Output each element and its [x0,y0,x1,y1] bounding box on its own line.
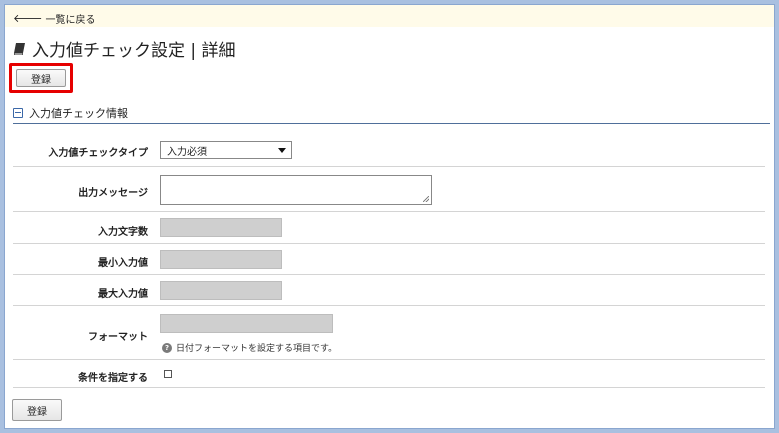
format-hint-text: 日付フォーマットを設定する項目です。 [176,344,338,354]
row-output-message: 出力メッセージ [13,167,765,212]
format-hint: ? 日付フォーマットを設定する項目です。 [162,341,337,354]
arrow-left-icon: 🡐 [13,11,43,25]
check-type-label: 入力値チェックタイプ [48,148,148,159]
input-length-field [160,218,282,237]
row-max-value: 最大入力値 [13,275,765,306]
register-button-highlight: 登録 [9,63,73,93]
row-format: フォーマット ? 日付フォーマットを設定する項目です。 [13,306,765,360]
output-message-textarea[interactable] [160,175,432,205]
condition-label: 条件を指定する [78,373,148,384]
format-field [160,314,333,333]
section-title: 入力値チェック情報 [29,106,128,120]
help-icon: ? [162,342,172,353]
collapse-icon[interactable] [13,107,23,118]
back-link-label: 一覧に戻る [45,15,96,26]
section-header: 入力値チェック情報 [13,102,770,124]
condition-checkbox[interactable] [164,370,172,378]
register-button-bottom[interactable]: 登録 [12,399,62,421]
format-label: フォーマット [88,332,148,343]
book-icon [14,42,25,55]
row-input-length: 入力文字数 [13,212,765,244]
min-value-field [160,250,282,269]
page-title: 入力値チェック設定 | 詳細 [13,36,236,61]
register-button[interactable]: 登録 [16,69,66,87]
output-message-label: 出力メッセージ [78,188,148,199]
row-check-type: 入力値チェックタイプ 入力必須 [13,131,765,167]
row-condition: 条件を指定する [13,360,765,388]
resize-grip-icon[interactable] [423,196,429,202]
row-min-value: 最小入力値 [13,244,765,275]
page-frame: 🡐 一覧に戻る 入力値チェック設定 | 詳細 登録 入力値チェック情報 入力値チ… [4,4,775,429]
input-length-label: 入力文字数 [98,227,148,238]
back-to-list-link[interactable]: 🡐 一覧に戻る [13,11,96,27]
min-value-label: 最小入力値 [98,258,148,269]
max-value-label: 最大入力値 [98,289,148,300]
page-title-text: 入力値チェック設定 | 詳細 [32,41,236,61]
caret-down-icon [278,148,286,153]
top-bar: 🡐 一覧に戻る [5,5,774,27]
check-type-select[interactable]: 入力必須 [160,141,292,159]
max-value-field [160,281,282,300]
check-type-value: 入力必須 [167,146,207,158]
